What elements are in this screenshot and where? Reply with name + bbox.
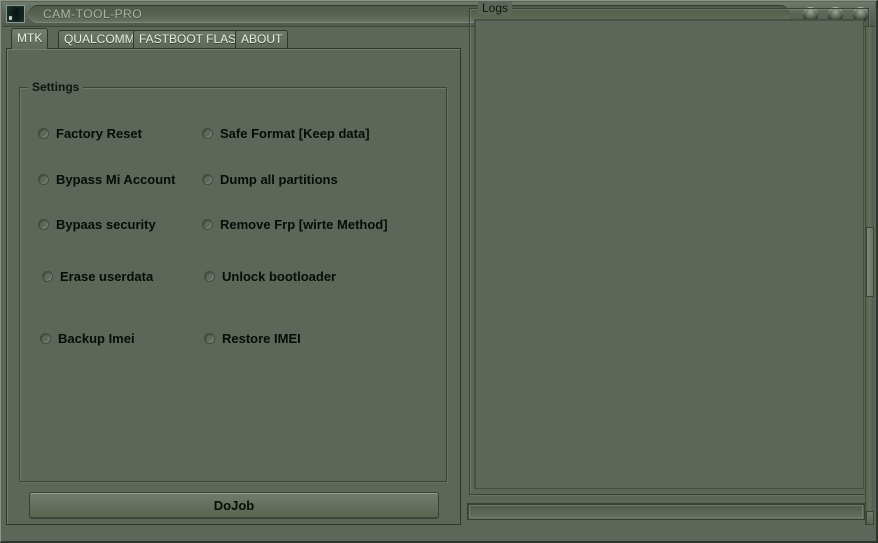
scrollbar-down-button[interactable] (866, 511, 874, 525)
radio-dot-icon[interactable] (202, 219, 213, 230)
status-bar (467, 503, 865, 520)
logs-group-title: Logs (478, 1, 513, 15)
radio-dot-icon[interactable] (204, 333, 215, 344)
radio-dot-icon[interactable] (40, 333, 51, 344)
app-icon-speck (9, 16, 12, 20)
radio-dot-icon[interactable] (202, 128, 213, 139)
radio-dot-icon[interactable] (38, 128, 49, 139)
scrollbar-thumb[interactable] (866, 227, 874, 297)
radio-dot-icon[interactable] (204, 271, 215, 282)
radio-dot-icon[interactable] (38, 174, 49, 185)
tab-strip: MTK QUALCOMM FASTBOOT FLASH ABOUT (6, 28, 461, 49)
tab-mtk[interactable]: MTK (11, 28, 49, 49)
radio-label: Safe Format [Keep data] (220, 126, 370, 141)
radio-label: Remove Frp [wirte Method] (220, 217, 388, 232)
logs-group: Logs (469, 1, 869, 495)
status-bar-inner (469, 505, 863, 518)
settings-group: Settings Factory Reset Bypass Mi Account… (19, 80, 447, 482)
logs-output[interactable] (474, 19, 864, 489)
radio-label: Bypaas security (56, 217, 156, 232)
radio-label: Erase userdata (60, 269, 154, 284)
radio-label: Unlock bootloader (222, 269, 337, 284)
tab-host: MTK QUALCOMM FASTBOOT FLASH ABOUT Settin… (6, 28, 461, 525)
dojob-button[interactable]: DoJob (29, 492, 439, 519)
tab-page-mtk: Settings Factory Reset Bypass Mi Account… (6, 48, 461, 525)
radio-label: Bypass Mi Account (56, 172, 176, 187)
app-icon-glyph (13, 8, 20, 21)
radio-label: Factory Reset (56, 126, 142, 141)
window-title: CAM-TOOL-PRO (43, 7, 143, 21)
vertical-scrollbar[interactable] (865, 27, 874, 525)
radio-label: Restore IMEI (222, 331, 301, 346)
radio-dot-icon[interactable] (38, 219, 49, 230)
radio-dot-icon[interactable] (42, 271, 53, 282)
radio-label: Backup Imei (58, 331, 135, 346)
tab-qualcomm[interactable]: QUALCOMM (58, 30, 141, 49)
radio-dot-icon[interactable] (202, 174, 213, 185)
tab-about[interactable]: ABOUT (235, 30, 289, 49)
settings-group-title: Settings (28, 80, 84, 94)
application-window: CAM-TOOL-PRO MTK QUALCOMM FASTBOOT FLASH… (0, 0, 878, 543)
radio-label: Dump all partitions (220, 172, 338, 187)
tab-fastboot-flash[interactable]: FASTBOOT FLASH (133, 30, 251, 49)
app-icon (6, 5, 25, 23)
